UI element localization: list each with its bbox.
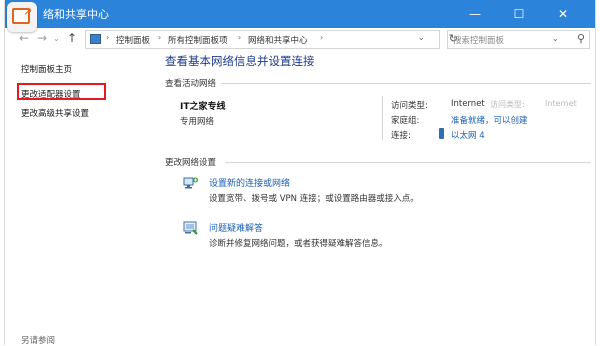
active-networks-heading: 查看活动网络 — [165, 79, 217, 89]
setup-connection-description: 设置宽带、拨号或 VPN 连接；或设置路由器或接入点。 — [209, 194, 419, 204]
breadcrumb-separator[interactable]: › — [320, 33, 323, 42]
title-bar[interactable]: 络和共享中心 — ☐ ✕ — [5, 0, 595, 28]
connection-link[interactable]: 以太网 4 — [451, 129, 485, 141]
connections-label: 连接: — [391, 131, 411, 141]
address-bar[interactable]: › 控制面板 › 所有控制面板项 › 网络和共享中心 › ⌄ ↻ — [85, 30, 458, 49]
search-placeholder: 搜索控制面板 — [453, 36, 505, 46]
search-icon[interactable]: ⚲ — [577, 32, 585, 45]
troubleshoot-link[interactable]: 问题疑难解答 — [209, 221, 263, 234]
back-arrow-icon[interactable]: ← — [19, 31, 29, 45]
sidebar-item-home[interactable]: 控制面板主页 — [21, 63, 72, 75]
change-settings-heading: 更改网络设置 — [165, 158, 217, 168]
sidebar-item-change-adapter[interactable]: 更改适配器设置 — [21, 88, 81, 100]
forward-arrow-icon[interactable]: → — [37, 31, 47, 45]
minimize-button[interactable]: — — [453, 0, 497, 28]
homegroup-link[interactable]: 准备就绪，可以创建 — [451, 114, 528, 126]
network-sharing-center-window: 络和共享中心 — ☐ ✕ ↗ ← → ⌄ ↑ › 控制面板 › 所有控制面板项 … — [4, 0, 596, 346]
search-dropdown-icon[interactable]: ⌄ — [552, 34, 559, 43]
network-setup-icon — [183, 177, 198, 189]
see-also-heading: 另请参阅 — [21, 336, 56, 346]
recent-locations-icon[interactable]: ⌄ — [53, 34, 60, 43]
sidebar-item-advanced-sharing[interactable]: 更改高级共享设置 — [21, 107, 89, 119]
network-type: 专用网络 — [180, 117, 215, 127]
control-panel-icon — [90, 34, 101, 44]
divider — [225, 162, 591, 163]
breadcrumb-separator[interactable]: › — [158, 33, 161, 42]
up-arrow-icon[interactable]: ↑ — [67, 31, 77, 45]
address-dropdown-icon[interactable]: ⌄ — [417, 33, 425, 43]
access-type-value: Internet — [451, 99, 485, 109]
breadcrumb-control-panel[interactable]: 控制面板 — [116, 34, 150, 46]
homegroup-label: 家庭组: — [391, 116, 420, 126]
breadcrumb-separator[interactable]: › — [238, 33, 241, 42]
ghost-internet-value: Internet — [545, 99, 577, 108]
close-button[interactable]: ✕ — [541, 0, 585, 28]
ghost-access-type-label: 访问类型: — [490, 100, 525, 109]
ethernet-icon — [439, 128, 444, 139]
page-title: 查看基本网络信息并设置连接 — [165, 54, 315, 68]
setup-connection-link[interactable]: 设置新的连接或网络 — [209, 176, 290, 189]
window-title: 络和共享中心 — [43, 8, 109, 21]
search-box[interactable]: 搜索控制面板 ⌄ ⚲ — [447, 30, 590, 49]
main-content: 查看基本网络信息并设置连接 查看活动网络 IT之家专线 专用网络 访问类型: I… — [165, 52, 591, 345]
divider — [221, 83, 591, 84]
maximize-button[interactable]: ☐ — [497, 0, 541, 28]
troubleshoot-description: 诊断并修复网络问题，或者获得疑难解答信息。 — [209, 239, 388, 249]
breadcrumb-separator[interactable]: › — [106, 33, 109, 42]
network-name: IT之家专线 — [180, 102, 226, 112]
access-type-label: 访问类型: — [391, 101, 428, 111]
left-pane: 控制面板主页 更改适配器设置 更改高级共享设置 另请参阅 — [5, 52, 150, 346]
navigation-bar: ← → ⌄ ↑ › 控制面板 › 所有控制面板项 › 网络和共享中心 › ⌄ ↻… — [5, 28, 595, 52]
breadcrumb-network-center[interactable]: 网络和共享中心 — [248, 34, 308, 46]
troubleshoot-icon — [183, 221, 198, 235]
breadcrumb-all-items[interactable]: 所有控制面板项 — [168, 34, 228, 46]
divider — [382, 96, 383, 140]
arrow-out-icon: ↗ — [23, 5, 33, 18]
